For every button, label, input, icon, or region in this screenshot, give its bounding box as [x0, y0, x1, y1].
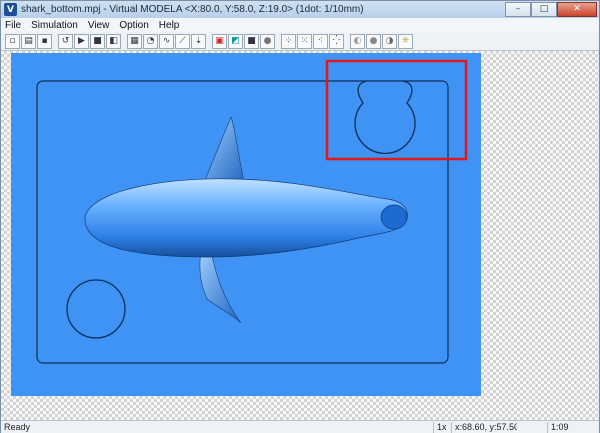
view2-icon[interactable]: ⁙	[297, 33, 312, 49]
menu-help[interactable]: Help	[159, 20, 180, 31]
menu-bar: File Simulation View Option Help	[1, 18, 599, 32]
view1-icon[interactable]: ⁘	[281, 33, 296, 49]
toolpath-icon[interactable]: ◧	[106, 33, 121, 49]
toolbar: ▫ ▤ ▪ ↺ ▶ ■ ◧ ▦ ◔ ∿ ⟋ ⇣ ▣ ◩ ■ ● ⁘ ⁙ ⁖ ⁛ …	[1, 32, 599, 51]
red-icon[interactable]: ▣	[212, 33, 227, 49]
menu-view[interactable]: View	[88, 20, 110, 31]
stop-icon[interactable]: ■	[90, 33, 105, 49]
zoom-level: 1x	[433, 422, 451, 433]
coordinate-readout: x:68.60, y:57.50, z:0.0000	[451, 422, 517, 433]
window-title: shark_bottom.mpj - Virtual MODELA <X:80.…	[21, 4, 364, 15]
maximize-button[interactable]: □	[531, 1, 557, 17]
surface-icon[interactable]: ◔	[143, 33, 158, 49]
canvas-area[interactable]	[1, 51, 599, 421]
play-icon[interactable]: ▶	[74, 33, 89, 49]
new-icon[interactable]: ▫	[5, 33, 20, 49]
status-ready: Ready	[4, 422, 31, 432]
reload-icon[interactable]: ↺	[58, 33, 73, 49]
title-bar[interactable]: V shark_bottom.mpj - Virtual MODELA <X:8…	[1, 1, 599, 18]
save-icon[interactable]: ▪	[37, 33, 52, 49]
light-icon[interactable]: ✳	[398, 33, 413, 49]
open-icon[interactable]: ▤	[21, 33, 36, 49]
menu-file[interactable]: File	[5, 20, 21, 31]
disc2-icon[interactable]: ●	[366, 33, 381, 49]
minimize-button[interactable]: –	[505, 1, 531, 17]
menu-option[interactable]: Option	[119, 20, 148, 31]
modeling-viewport[interactable]	[11, 53, 481, 396]
bottom-pane	[1, 396, 599, 421]
sphere-icon[interactable]: ●	[260, 33, 275, 49]
view3-icon[interactable]: ⁖	[313, 33, 328, 49]
close-button[interactable]: ✕	[557, 1, 597, 17]
depth-icon[interactable]: ⇣	[191, 33, 206, 49]
app-window: V shark_bottom.mpj - Virtual MODELA <X:8…	[0, 0, 600, 433]
model-render	[11, 53, 481, 396]
menu-simulation[interactable]: Simulation	[31, 20, 78, 31]
elapsed-time: 1:09	[547, 422, 569, 433]
curve-icon[interactable]: ∿	[159, 33, 174, 49]
window-controls: – □ ✕	[505, 1, 597, 18]
disc3-icon[interactable]: ◑	[382, 33, 397, 49]
app-icon[interactable]: V	[4, 3, 17, 16]
black-icon[interactable]: ■	[244, 33, 259, 49]
color-icon[interactable]: ◩	[228, 33, 243, 49]
slope-icon[interactable]: ⟋	[175, 33, 190, 49]
view4-icon[interactable]: ⁛	[329, 33, 344, 49]
status-bar: Ready 1x x:68.60, y:57.50, z:0.0000 1:09	[1, 420, 599, 433]
disc1-icon[interactable]: ◐	[350, 33, 365, 49]
plane-icon[interactable]: ▦	[127, 33, 142, 49]
shark-nose	[380, 204, 408, 230]
